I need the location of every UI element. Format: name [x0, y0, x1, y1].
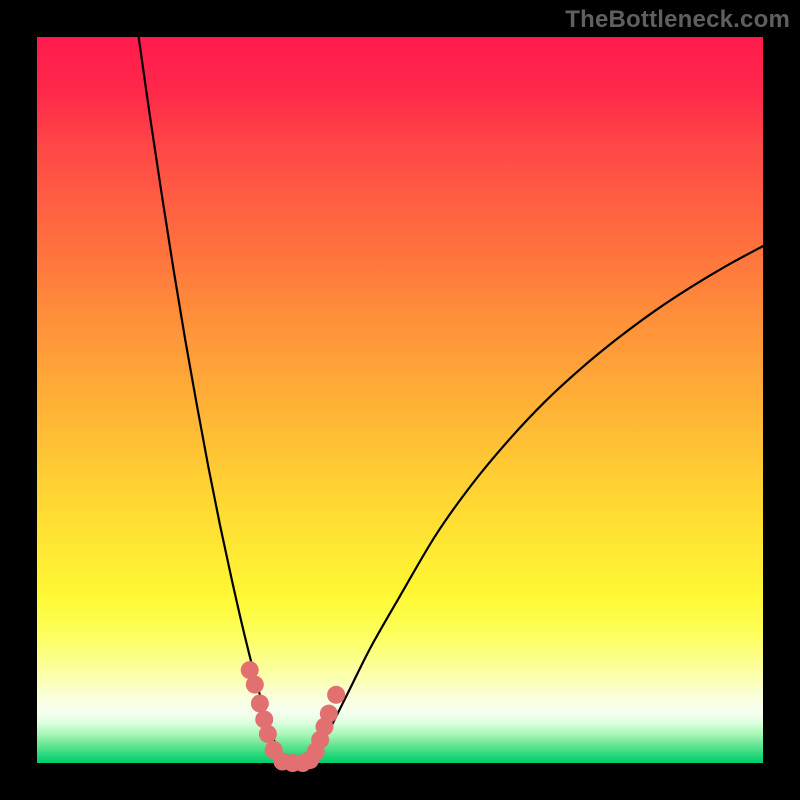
curve-right-branch: [313, 246, 763, 763]
curve-left-branch: [139, 37, 284, 763]
highlight-point: [251, 694, 269, 712]
watermark-text: TheBottleneck.com: [565, 6, 790, 34]
highlight-point: [246, 676, 264, 694]
plot-area: [37, 37, 763, 763]
highlight-markers: [241, 661, 345, 772]
chart-overlay: [37, 37, 763, 763]
chart-stage: TheBottleneck.com: [0, 0, 800, 800]
highlight-point: [327, 686, 345, 704]
highlight-point: [259, 725, 277, 743]
highlight-point: [320, 705, 338, 723]
